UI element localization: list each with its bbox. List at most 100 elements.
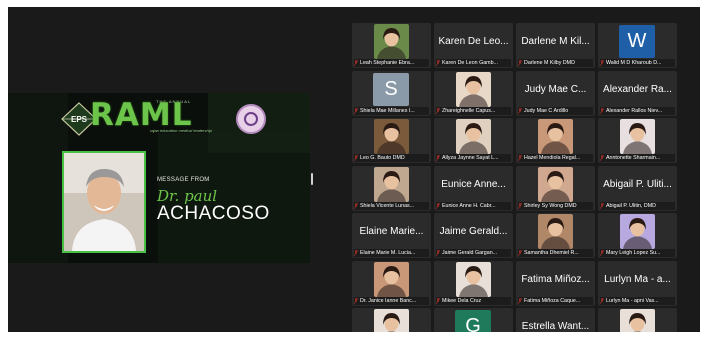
person-silhouette-icon [377, 265, 406, 297]
speaker-name: ACHACOSO [157, 203, 270, 224]
participant-tile[interactable]: Mary Leigh Lopez Su... [598, 213, 677, 258]
person-silhouette-icon [459, 265, 488, 297]
speaker-photo [64, 153, 144, 251]
participant-display-name: Darlene M Kil... [521, 36, 590, 47]
participant-tile[interactable]: S Shiela Mae Millanes I... [352, 70, 431, 116]
participant-name-label: Walid M D Kharoub D... [600, 59, 675, 67]
message-from-label: MESSAGE FROM [157, 177, 210, 183]
person-silhouette-icon [541, 218, 570, 249]
participant-gallery: Leah Stephanie Ebra... Karen De Leo... Kar… [352, 23, 680, 332]
participant-display-name: Abigail P. Uliti... [603, 178, 672, 190]
participant-video [620, 214, 655, 249]
participant-display-name: Fatima Miñoz... [521, 273, 590, 285]
participant-name-label: Alexander Rallos Niev... [600, 106, 675, 115]
participant-tile[interactable]: Leo G. Bauto DMD [352, 118, 431, 163]
participant-video [374, 166, 409, 202]
participant-name-label: Leah Stephanie Ebra... [354, 59, 429, 67]
person-silhouette-icon [377, 170, 406, 202]
participant-tile[interactable]: Abigail P. Uliti... Abigail P. Ulitin, DM… [598, 165, 677, 211]
participant-video [456, 119, 491, 154]
participant-tile[interactable]: Allyza Jaynne Sayat L... [434, 118, 513, 163]
split-view-handle[interactable] [311, 173, 313, 185]
participant-tile[interactable]: Karen De Leo... Karen De Leon Gamb... [434, 23, 513, 68]
participant-video [374, 309, 409, 332]
participant-tile[interactable]: Elaine Marie... Elaine Marie M. Lucia... [352, 213, 431, 258]
participant-name-label: Abigail P. Ulitin, DMD [600, 201, 675, 210]
participant-tile[interactable]: Judy Mae C... Judy Mae C Ardillo [516, 70, 595, 116]
person-silhouette-icon [623, 123, 652, 154]
participant-display-name: Jaime Gerald... [439, 226, 508, 237]
participant-tile[interactable]: Zhareighnelle Capus... [434, 70, 513, 116]
participant-name-label: Anntonette Sharmain... [600, 154, 675, 162]
participant-tile[interactable]: Eunice Anne... Eunice Anne H. Cabr... [434, 165, 513, 211]
person-silhouette-icon [377, 123, 406, 154]
person-silhouette-icon [623, 218, 652, 249]
participant-tile[interactable]: G [434, 308, 513, 332]
participant-display-name: Judy Mae C... [524, 83, 587, 95]
shared-screen[interactable]: EPS THE ANNUAL RAML rajan education medi… [8, 93, 310, 263]
participant-initial-avatar: S [373, 72, 409, 106]
participant-name-label: Karen De Leon Gamb... [436, 59, 511, 67]
person-silhouette-icon [383, 313, 400, 332]
participant-name-label: Zhareighnelle Capus... [436, 106, 511, 115]
participant-name-label: Shiela Vicente Lunas... [354, 201, 429, 210]
participant-name-label: Darlene M Kilby DMD [518, 59, 593, 67]
participant-tile[interactable]: Mikee Dela Cruz [434, 260, 513, 306]
event-tagline: rajan education medical leadership [150, 128, 212, 133]
participant-display-name: Elaine Marie... [359, 226, 424, 237]
participant-name-label: Leo G. Bauto DMD [354, 154, 429, 162]
participant-video [456, 71, 491, 107]
participant-name-label: Mary Leigh Lopez Su... [600, 249, 675, 257]
participant-tile[interactable]: W Walid M D Kharoub D... [598, 23, 677, 68]
participant-initial-avatar: G [455, 310, 491, 332]
participant-tile[interactable]: Darlene M Kil... Darlene M Kilby DMD [516, 23, 595, 68]
participant-name-label: Mikee Dela Cruz [436, 296, 511, 305]
participant-name-label: Allyza Jaynne Sayat L... [436, 154, 511, 162]
person-silhouette-icon [459, 75, 488, 107]
partner-seal [236, 104, 266, 134]
participant-video [374, 261, 409, 297]
participant-tile[interactable] [352, 308, 431, 332]
participant-name-label: Jaime Gerald Gargan... [436, 249, 511, 257]
participant-name-label: Elaine Marie M. Lucia... [354, 249, 429, 257]
participant-video [538, 214, 573, 249]
participant-initial-avatar: W [619, 25, 655, 58]
participant-video [538, 119, 573, 154]
participant-tile[interactable]: Shiela Vicente Lunas... [352, 165, 431, 211]
participant-name-label: Eunice Anne H. Cabr... [436, 201, 511, 210]
participant-tile[interactable]: Anntonette Sharmain... [598, 118, 677, 163]
participant-name-label: Shiela Mae Millanes I... [354, 106, 429, 115]
participant-tile[interactable]: Alexander Ra... Alexander Rallos Niev... [598, 70, 677, 116]
participant-tile[interactable]: Samantha Dhemiel R... [516, 213, 595, 258]
participant-display-name: Lurlyn Ma - a... [604, 273, 671, 285]
participant-video [456, 261, 491, 297]
participant-display-name: Karen De Leo... [438, 36, 509, 47]
participant-tile[interactable]: Leah Stephanie Ebra... [352, 23, 431, 68]
participant-tile[interactable]: Hazel Mendiola Regal... [516, 118, 595, 163]
participant-display-name: Alexander Ra... [603, 83, 672, 95]
person-silhouette-icon [541, 170, 570, 202]
participant-video [538, 166, 573, 202]
participant-tile[interactable]: Estrella Want... [516, 308, 595, 332]
participant-display-name: Eunice Anne... [441, 178, 506, 190]
participant-tile[interactable]: Jaime Gerald... Jaime Gerald Gargan... [434, 213, 513, 258]
person-silhouette-icon [541, 123, 570, 154]
participant-name-label: Shirley Sy Wong DMD [518, 201, 593, 210]
participant-tile[interactable]: Fatima Miñoz... Fatima Miñoza Caque... [516, 260, 595, 306]
person-silhouette-icon [377, 28, 406, 59]
participant-tile[interactable]: Shirley Sy Wong DMD [516, 165, 595, 211]
participant-tile[interactable]: Lurlyn Ma - a... Lurlyn Ma - apni Vas... [598, 260, 677, 306]
participant-video [620, 309, 655, 332]
participant-name-label: Fatima Miñoza Caque... [518, 296, 593, 305]
speaker-photo-frame [62, 151, 146, 253]
participant-video [374, 119, 409, 154]
background-shape [8, 93, 68, 263]
participant-tile[interactable] [598, 308, 677, 332]
participant-video [620, 119, 655, 154]
participant-tile[interactable]: Dr. Janice Ianne Banc... [352, 260, 431, 306]
participant-name-label: Dr. Janice Ianne Banc... [354, 296, 429, 305]
participant-name-label: Judy Mae C Ardillo [518, 106, 593, 115]
participant-name-label: Samantha Dhemiel R... [518, 249, 593, 257]
person-silhouette-icon [459, 123, 488, 154]
person-silhouette-icon [629, 313, 646, 332]
